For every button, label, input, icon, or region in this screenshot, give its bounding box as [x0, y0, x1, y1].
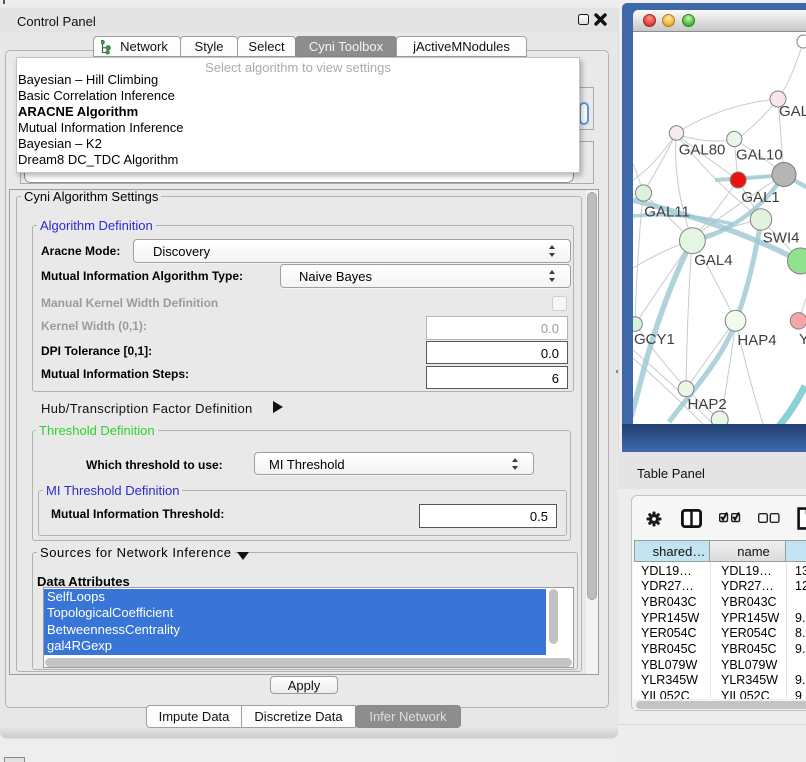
svg-text:GAL80: GAL80 [679, 142, 726, 159]
svg-text:GAL11: GAL11 [644, 203, 690, 220]
svg-text:HAP4: HAP4 [737, 332, 776, 349]
svg-text:GAL: GAL [779, 103, 806, 120]
svg-text:HAP2: HAP2 [688, 396, 727, 413]
svg-text:GAL4: GAL4 [694, 252, 732, 269]
svg-text:GAL1: GAL1 [741, 189, 779, 206]
svg-text:GAL10: GAL10 [736, 147, 783, 164]
svg-text:GCY1: GCY1 [634, 331, 675, 348]
svg-text:Y: Y [799, 331, 806, 348]
svg-text:SWI4: SWI4 [763, 230, 800, 247]
